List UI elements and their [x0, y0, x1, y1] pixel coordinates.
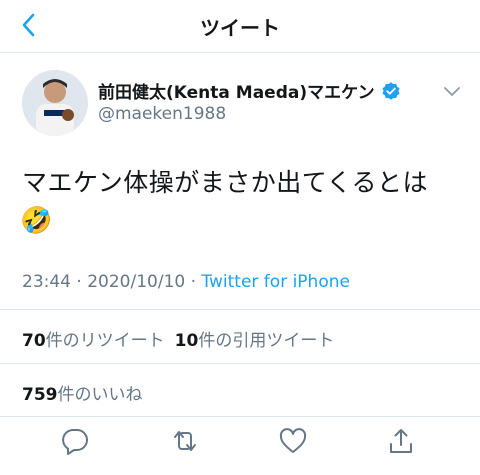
- quotes-link[interactable]: 10件の引用ツイート: [175, 331, 335, 351]
- retweets-link[interactable]: 70件のリツイート: [22, 331, 165, 351]
- tweet-date: 2020/10/10: [87, 272, 186, 292]
- author-name[interactable]: 前田健太(Kenta Maeda)マエケン: [98, 78, 375, 103]
- page-title: ツイート: [200, 16, 280, 40]
- tweet-source-link[interactable]: Twitter for iPhone: [201, 272, 350, 292]
- divider: [0, 363, 480, 364]
- divider: [0, 309, 480, 310]
- author-handle[interactable]: @maeken1988: [98, 104, 226, 124]
- retweets-label: 件のリツイート: [45, 331, 165, 351]
- quotes-label: 件の引用ツイート: [198, 331, 335, 351]
- avatar[interactable]: [22, 70, 88, 136]
- quotes-count: 10: [174, 331, 199, 351]
- share-icon[interactable]: [386, 426, 416, 456]
- separator: ·: [76, 272, 82, 292]
- divider: [0, 416, 480, 417]
- retweet-icon[interactable]: [170, 426, 200, 456]
- likes-link[interactable]: 759件のいいね: [22, 380, 143, 405]
- tweet-text: マエケン体操がまさか出てくるとは: [22, 168, 429, 197]
- heart-icon[interactable]: [278, 426, 308, 456]
- retweet-stats: 70件のリツイート 10件の引用ツイート: [22, 326, 334, 351]
- verified-badge-icon: [382, 81, 400, 100]
- chevron-down-icon[interactable]: [441, 82, 463, 100]
- retweets-count: 70: [22, 331, 46, 351]
- reply-icon[interactable]: [60, 426, 90, 456]
- likes-label: 件のいいね: [57, 385, 143, 405]
- tweet-meta: 23:44 · 2020/10/10 · Twitter for iPhone: [22, 272, 350, 292]
- likes-count: 759: [22, 385, 58, 405]
- tweet-time: 23:44: [22, 272, 71, 292]
- action-bar: [0, 426, 480, 460]
- rolling-laughing-emoji: 🤣: [20, 206, 53, 236]
- top-bar: ツイート: [0, 0, 480, 53]
- separator: ·: [190, 272, 197, 292]
